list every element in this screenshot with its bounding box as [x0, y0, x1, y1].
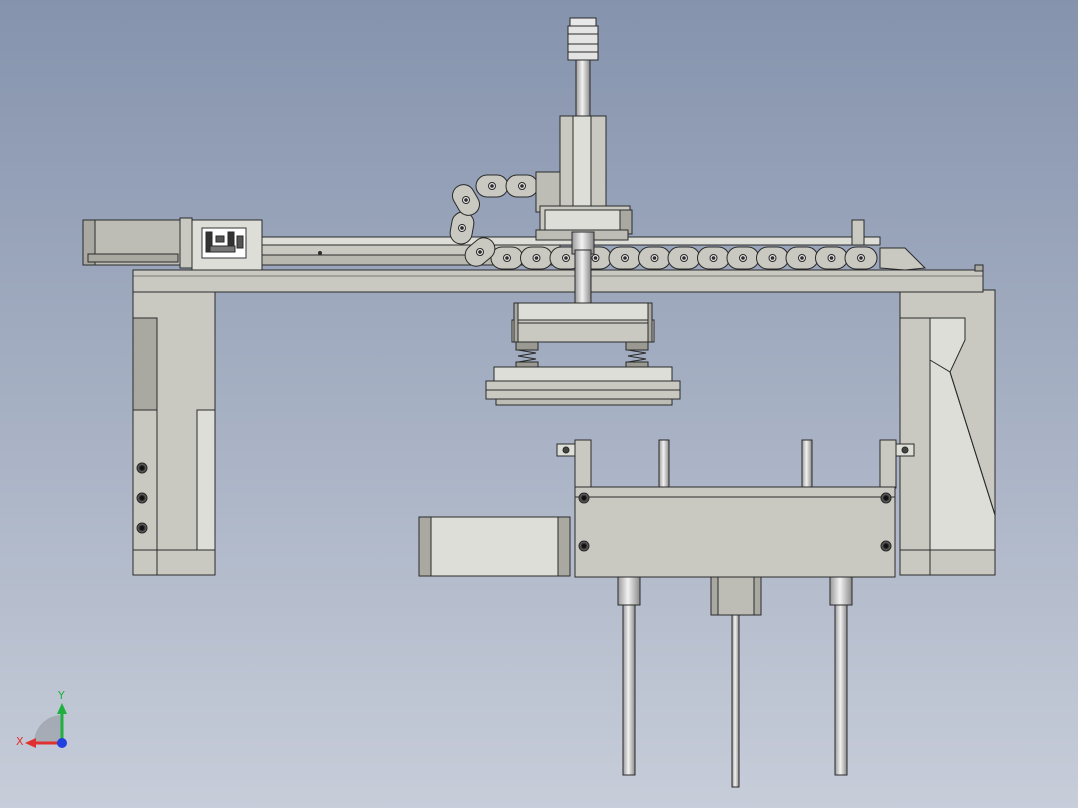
servo-motor [82, 217, 263, 271]
triad-z-axis [57, 738, 67, 748]
side-block [418, 516, 571, 577]
chain-link [490, 246, 524, 270]
chain-link [520, 246, 553, 270]
chain-link [608, 246, 642, 270]
chain-link [505, 174, 539, 198]
chain-link [638, 246, 671, 270]
chain-link [844, 246, 878, 270]
left-frame-leg [132, 289, 216, 576]
chain-link [785, 246, 819, 270]
chain-link [726, 246, 760, 270]
chain-link [815, 246, 848, 270]
chain-link [697, 246, 730, 270]
cad-drawing[interactable]: X Y [0, 0, 1078, 808]
right-frame-leg [899, 289, 996, 576]
chain-link [475, 174, 509, 198]
chain-link [756, 246, 789, 270]
cad-viewport[interactable]: X Y [0, 0, 1078, 808]
triad-y-label: Y [57, 689, 65, 702]
chain-link [667, 246, 701, 270]
triad-x-label: X [16, 735, 24, 748]
